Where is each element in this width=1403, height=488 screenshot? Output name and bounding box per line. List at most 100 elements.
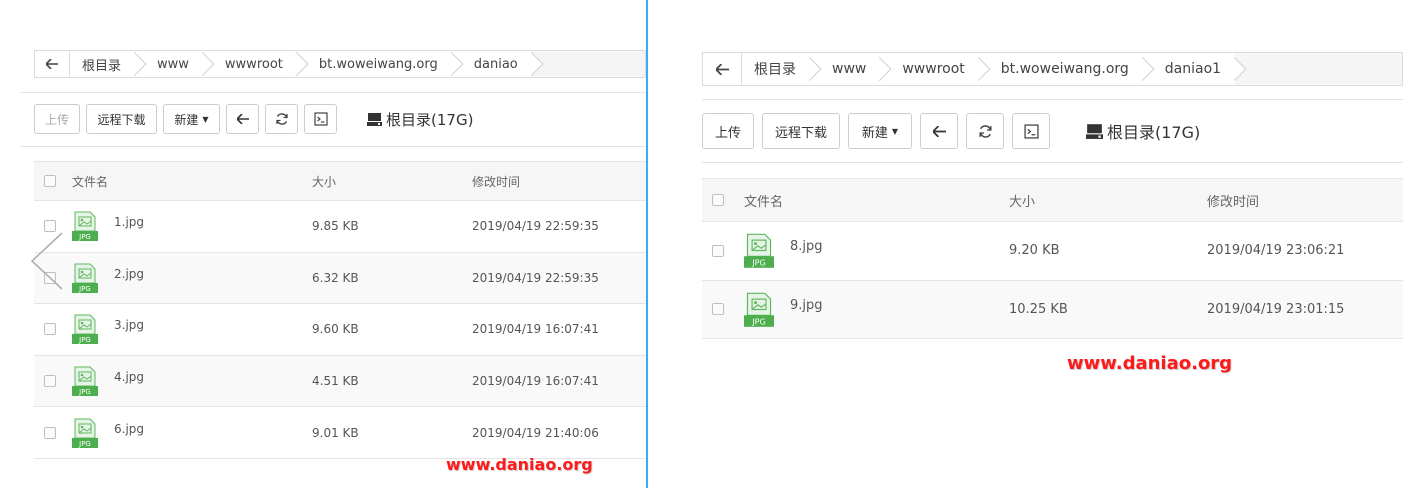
remote-download-button[interactable]: 远程下载 bbox=[762, 113, 840, 149]
row-checkbox[interactable] bbox=[44, 375, 56, 388]
new-button-label: 新建 bbox=[174, 112, 199, 127]
column-header-size[interactable]: 大小 bbox=[1009, 191, 1207, 210]
file-table: 文件名 大小 修改时间 JPG 8.jpg 9.20 KB 2019/04/19 23… bbox=[702, 178, 1403, 339]
file-size: 9.85 KB bbox=[312, 219, 359, 234]
file-name[interactable]: 3.jpg bbox=[114, 318, 144, 332]
file-size: 6.32 KB bbox=[312, 270, 359, 285]
file-icon-label: JPG bbox=[78, 336, 91, 344]
breadcrumb-back-button[interactable] bbox=[703, 53, 742, 85]
table-row[interactable]: JPG 8.jpg 9.20 KB 2019/04/19 23:06:21 bbox=[702, 222, 1403, 281]
disk-info[interactable]: 根目录(17G) bbox=[367, 109, 473, 130]
disk-label: 根目录(17G) bbox=[1107, 123, 1201, 142]
table-header: 文件名 大小 修改时间 bbox=[702, 178, 1403, 222]
select-all-checkbox[interactable] bbox=[712, 194, 724, 206]
file-size: 9.60 KB bbox=[312, 322, 359, 337]
terminal-button[interactable] bbox=[304, 104, 337, 134]
chevron-left-icon[interactable] bbox=[30, 232, 64, 290]
disk-info[interactable]: 根目录(17G) bbox=[1086, 119, 1200, 143]
file-name[interactable]: 2.jpg bbox=[114, 267, 144, 281]
new-button-label: 新建 bbox=[861, 125, 888, 141]
file-mtime: 2019/04/19 22:59:35 bbox=[472, 219, 599, 234]
column-header-mtime[interactable]: 修改时间 bbox=[1207, 191, 1403, 210]
upload-button[interactable]: 上传 bbox=[34, 104, 80, 134]
upload-button[interactable]: 上传 bbox=[702, 113, 754, 149]
breadcrumb-fill bbox=[531, 51, 645, 77]
select-all-checkbox[interactable] bbox=[44, 175, 56, 187]
file-name-cell[interactable]: JPG 6.jpg bbox=[72, 418, 312, 448]
column-header-name[interactable]: 文件名 bbox=[72, 173, 312, 190]
table-row[interactable]: JPG 6.jpg 9.01 KB 2019/04/19 21:40:06 bbox=[34, 407, 646, 459]
refresh-icon bbox=[275, 113, 288, 125]
breadcrumb-item-current[interactable]: daniao bbox=[451, 51, 532, 77]
file-icon-label: JPG bbox=[751, 317, 766, 326]
file-icon-label: JPG bbox=[78, 388, 91, 396]
arrow-left-icon bbox=[46, 59, 58, 69]
new-button[interactable]: 新建 ▼ bbox=[163, 104, 220, 134]
new-button[interactable]: 新建 ▼ bbox=[848, 113, 912, 149]
column-header-mtime[interactable]: 修改时间 bbox=[472, 173, 646, 190]
back-button[interactable] bbox=[920, 113, 958, 149]
file-name[interactable]: 9.jpg bbox=[790, 298, 823, 313]
jpg-file-icon: JPG bbox=[72, 314, 98, 345]
breadcrumb-item-site[interactable]: bt.woweiwang.org bbox=[978, 53, 1143, 85]
terminal-icon bbox=[1023, 123, 1039, 139]
breadcrumb-item-wwwroot[interactable]: wwwroot bbox=[202, 51, 297, 77]
jpg-file-icon: JPG bbox=[72, 211, 98, 242]
file-name[interactable]: 4.jpg bbox=[114, 370, 144, 384]
table-row[interactable]: JPG 9.jpg 10.25 KB 2019/04/19 23:01:15 bbox=[702, 280, 1403, 339]
arrow-left-icon bbox=[715, 63, 729, 75]
breadcrumb-back-button[interactable] bbox=[35, 51, 70, 77]
file-mtime: 2019/04/19 16:07:41 bbox=[472, 322, 599, 337]
table-row[interactable]: JPG 2.jpg 6.32 KB 2019/04/19 22:59:35 bbox=[34, 252, 646, 305]
file-mtime: 2019/04/19 23:01:15 bbox=[1207, 301, 1345, 317]
file-name[interactable]: 6.jpg bbox=[114, 422, 144, 436]
watermark: www.daniao.org bbox=[446, 455, 593, 474]
table-row[interactable]: JPG 1.jpg 9.85 KB 2019/04/19 22:59:35 bbox=[34, 201, 646, 253]
right-panel: 根目录 www wwwroot bt.woweiwang.org daniao1… bbox=[648, 0, 1403, 488]
row-checkbox[interactable] bbox=[44, 426, 56, 439]
file-size: 4.51 KB bbox=[312, 374, 359, 389]
column-header-size[interactable]: 大小 bbox=[312, 173, 472, 190]
file-name-cell[interactable]: JPG 1.jpg bbox=[72, 211, 312, 242]
file-mtime: 2019/04/19 21:40:06 bbox=[472, 425, 599, 440]
file-name[interactable]: 1.jpg bbox=[114, 215, 144, 229]
file-name[interactable]: 8.jpg bbox=[790, 239, 823, 254]
file-size: 9.20 KB bbox=[1009, 243, 1060, 259]
file-mtime: 2019/04/19 23:06:21 bbox=[1207, 243, 1345, 259]
breadcrumb-item-current[interactable]: daniao1 bbox=[1142, 53, 1236, 85]
file-icon-label: JPG bbox=[78, 233, 91, 241]
remote-download-button[interactable]: 远程下载 bbox=[86, 104, 157, 134]
table-row[interactable]: JPG 4.jpg 4.51 KB 2019/04/19 16:07:41 bbox=[34, 355, 646, 408]
breadcrumb-item-site[interactable]: bt.woweiwang.org bbox=[296, 51, 452, 77]
breadcrumb-item-root[interactable]: 根目录 bbox=[742, 53, 810, 85]
breadcrumb: 根目录 www wwwroot bt.woweiwang.org daniao1 bbox=[702, 52, 1403, 86]
row-checkbox[interactable] bbox=[712, 244, 724, 257]
jpg-file-icon: JPG bbox=[744, 234, 774, 269]
file-icon-label: JPG bbox=[751, 259, 766, 268]
table-row[interactable]: JPG 3.jpg 9.60 KB 2019/04/19 16:07:41 bbox=[34, 304, 646, 356]
column-header-name[interactable]: 文件名 bbox=[744, 191, 1009, 210]
row-checkbox[interactable] bbox=[44, 323, 56, 336]
row-checkbox[interactable] bbox=[44, 220, 56, 233]
disk-label: 根目录(17G) bbox=[386, 110, 474, 129]
hard-drive-icon bbox=[1086, 124, 1103, 139]
file-mtime: 2019/04/19 22:59:35 bbox=[472, 270, 599, 285]
refresh-button[interactable] bbox=[265, 104, 298, 134]
breadcrumb-fill bbox=[1235, 53, 1402, 85]
row-checkbox[interactable] bbox=[712, 303, 724, 316]
separator bbox=[20, 146, 646, 147]
file-icon-label: JPG bbox=[78, 440, 91, 448]
file-mtime: 2019/04/19 16:07:41 bbox=[472, 374, 599, 389]
file-name-cell[interactable]: JPG 2.jpg bbox=[72, 263, 312, 293]
file-name-cell[interactable]: JPG 4.jpg bbox=[72, 366, 312, 397]
file-name-cell[interactable]: JPG 8.jpg bbox=[744, 233, 1009, 269]
refresh-button[interactable] bbox=[966, 113, 1004, 149]
hard-drive-icon bbox=[367, 113, 382, 126]
file-name-cell[interactable]: JPG 3.jpg bbox=[72, 314, 312, 345]
terminal-button[interactable] bbox=[1012, 113, 1050, 149]
separator bbox=[702, 162, 1403, 163]
breadcrumb-item-root[interactable]: 根目录 bbox=[70, 51, 136, 77]
breadcrumb-item-wwwroot[interactable]: wwwroot bbox=[880, 53, 979, 85]
file-name-cell[interactable]: JPG 9.jpg bbox=[744, 292, 1009, 327]
back-button[interactable] bbox=[226, 104, 259, 134]
